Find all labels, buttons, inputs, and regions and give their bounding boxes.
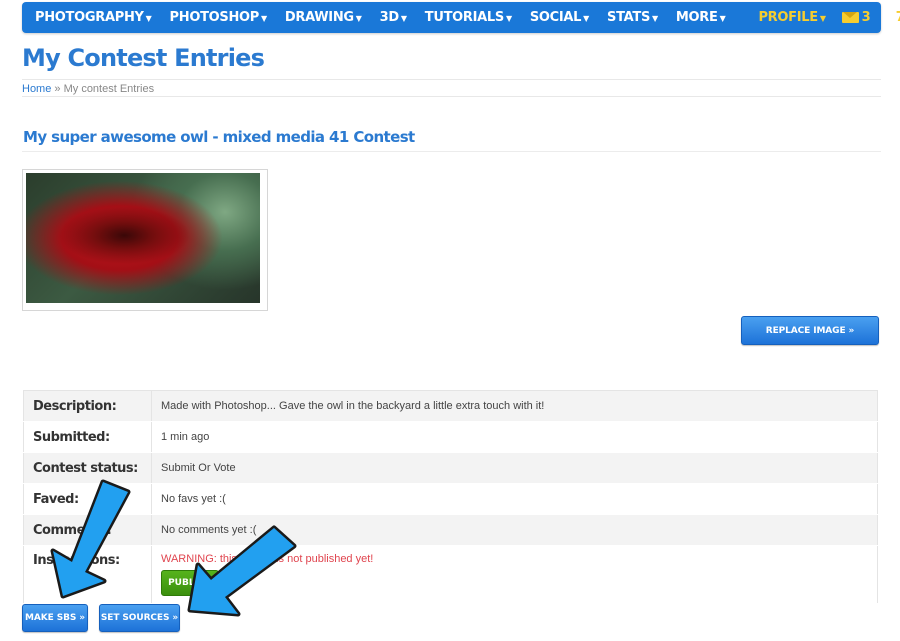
nav-profile-label: PROFILE bbox=[758, 10, 818, 25]
set-sources-button[interactable]: SET SOURCES » bbox=[99, 604, 180, 632]
faved-value: No favs yet :( bbox=[151, 483, 878, 515]
nav-photoshop-label: PHOTOSHOP bbox=[169, 10, 260, 25]
nav-social-label: SOCIAL bbox=[529, 10, 582, 25]
breadcrumb-current: My contest Entries bbox=[63, 83, 155, 95]
nav-3d-label: 3D bbox=[379, 10, 400, 25]
table-row: Instructions: WARNING: this picture is n… bbox=[23, 545, 878, 604]
nav-messages[interactable]: 3 bbox=[835, 10, 878, 25]
table-row: Contest status: Submit Or Vote bbox=[23, 452, 878, 484]
table-row: Submitted: 1 min ago bbox=[23, 421, 878, 453]
entry-details-table: Description: Made with Photoshop... Gave… bbox=[23, 390, 878, 604]
nav-social[interactable]: SOCIAL ▼ bbox=[521, 2, 598, 33]
chevron-down-icon: ▼ bbox=[505, 14, 512, 23]
nav-stats-label: STATS bbox=[607, 10, 651, 25]
chevron-down-icon: ▼ bbox=[819, 14, 826, 23]
nav-3d[interactable]: 3D ▼ bbox=[371, 2, 416, 33]
chevron-down-icon: ▼ bbox=[145, 14, 152, 23]
nav-tutorials[interactable]: TUTORIALS ▼ bbox=[416, 2, 521, 33]
replace-image-button[interactable]: REPLACE IMAGE » bbox=[741, 316, 879, 345]
chevron-down-icon: ▼ bbox=[261, 14, 267, 23]
table-row: Comments: No comments yet :( bbox=[23, 514, 878, 546]
entry-title: My super awesome owl - mixed media 41 Co… bbox=[23, 128, 415, 146]
comments-label: Comments: bbox=[23, 514, 152, 546]
entry-image[interactable] bbox=[26, 173, 260, 303]
main-nav-bar: PHOTOGRAPHY ▼ PHOTOSHOP ▼ DRAWING ▼ 3D ▼ TUT… bbox=[22, 2, 900, 33]
entry-image-frame bbox=[22, 169, 268, 311]
breadcrumb-home-link[interactable]: Home bbox=[22, 83, 51, 95]
description-label: Description: bbox=[23, 390, 152, 422]
nav-photography-label: PHOTOGRAPHY bbox=[35, 10, 144, 25]
mail-icon bbox=[841, 12, 859, 23]
table-row: Faved: No favs yet :( bbox=[23, 483, 878, 515]
nav-profile[interactable]: PROFILE ▼ bbox=[749, 2, 834, 33]
contest-status-label: Contest status: bbox=[23, 452, 152, 484]
table-row: Description: Made with Photoshop... Gave… bbox=[23, 390, 878, 422]
messages-count: 3 bbox=[861, 10, 871, 25]
instructions-value: WARNING: this picture is not published y… bbox=[151, 545, 878, 604]
unpublished-warning: WARNING: this picture is not published y… bbox=[161, 553, 374, 565]
description-value: Made with Photoshop... Gave the owl in t… bbox=[151, 390, 878, 422]
divider bbox=[22, 151, 881, 152]
page-title: My Contest Entries bbox=[22, 44, 265, 72]
contest-status-value: Submit Or Vote bbox=[151, 452, 878, 484]
comments-value: No comments yet :( bbox=[151, 514, 878, 546]
nav-points[interactable]: 713 bbox=[878, 10, 900, 25]
faved-label: Faved: bbox=[23, 483, 152, 515]
publish-button[interactable]: PUBLISH bbox=[161, 570, 219, 596]
nav-drawing[interactable]: DRAWING ▼ bbox=[276, 2, 371, 33]
submitted-label: Submitted: bbox=[23, 421, 152, 453]
chevron-down-icon: ▼ bbox=[400, 14, 407, 23]
nav-photography[interactable]: PHOTOGRAPHY ▼ bbox=[22, 2, 161, 33]
breadcrumb-separator: » bbox=[54, 83, 61, 95]
instructions-label: Instructions: bbox=[23, 545, 152, 604]
lightbulb-icon bbox=[884, 12, 893, 21]
breadcrumb: Home » My contest Entries bbox=[22, 83, 154, 95]
nav-more[interactable]: MORE ▼ bbox=[667, 2, 735, 33]
chevron-down-icon: ▼ bbox=[355, 14, 362, 23]
chevron-down-icon: ▼ bbox=[583, 14, 590, 23]
points-count: 713 bbox=[896, 10, 900, 25]
divider bbox=[22, 79, 881, 80]
nav-stats[interactable]: STATS ▼ bbox=[598, 2, 667, 33]
nav-drawing-label: DRAWING bbox=[284, 10, 354, 25]
make-sbs-button[interactable]: MAKE SBS » bbox=[22, 604, 88, 632]
divider bbox=[22, 96, 881, 97]
chevron-down-icon: ▼ bbox=[652, 14, 658, 23]
nav-tutorials-label: TUTORIALS bbox=[424, 10, 505, 25]
nav-more-label: MORE bbox=[675, 10, 718, 25]
submitted-value: 1 min ago bbox=[151, 421, 878, 453]
nav-photoshop[interactable]: PHOTOSHOP ▼ bbox=[161, 2, 276, 33]
chevron-down-icon: ▼ bbox=[719, 14, 726, 23]
